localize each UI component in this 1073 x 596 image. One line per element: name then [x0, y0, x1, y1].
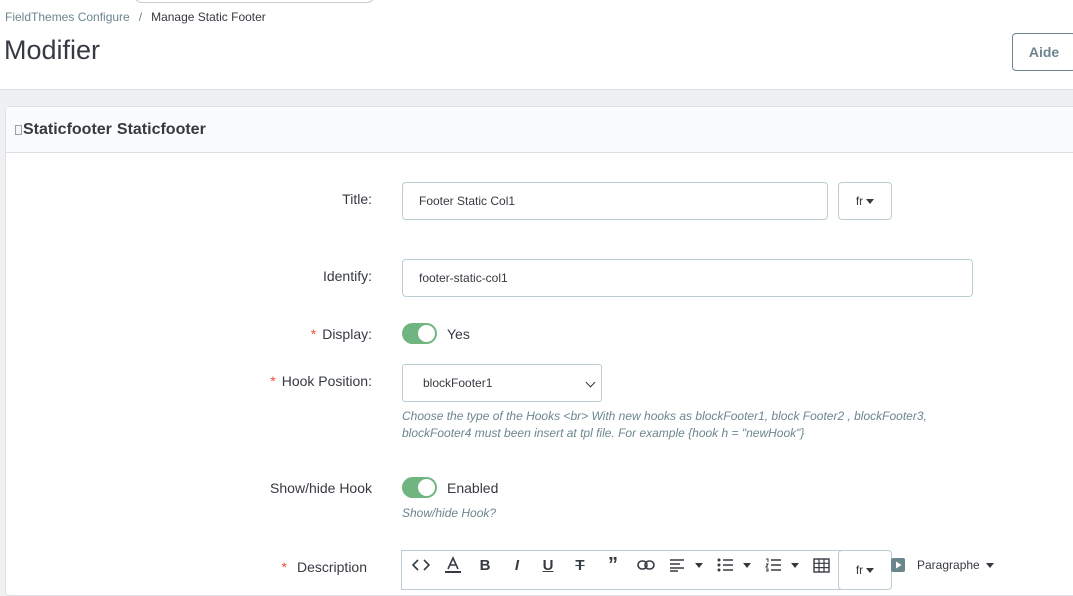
title-language-dropdown[interactable]: fr [838, 182, 892, 220]
breadcrumb-parent-link[interactable]: FieldThemes Configure [5, 10, 130, 24]
caret-down-icon [866, 567, 875, 573]
show-hide-hook-state: Enabled [447, 480, 499, 496]
toggle-knob [418, 325, 435, 342]
underline-icon[interactable]: U [539, 556, 557, 574]
page-header: FieldThemes Configure / Manage Static Foot… [0, 0, 1073, 90]
numbered-list-dropdown-caret-icon[interactable] [791, 563, 799, 568]
bold-icon[interactable]: B [476, 556, 494, 574]
required-marker: * [270, 373, 276, 389]
display-toggle[interactable] [402, 323, 437, 344]
table-icon[interactable] [811, 556, 831, 574]
numbered-list-icon[interactable] [763, 556, 783, 574]
description-language-dropdown[interactable]: fr [838, 550, 892, 590]
broken-image-icon [15, 124, 22, 135]
display-label-text: Display: [322, 326, 372, 342]
show-hide-hook-help: Show/hide Hook? [402, 506, 497, 520]
hook-position-select[interactable]: blockFooter1 [402, 364, 602, 402]
panel-heading: Staticfooter Staticfooter [6, 107, 1073, 153]
required-marker: * [281, 559, 287, 575]
hook-position-label-text: Hook Position: [281, 373, 372, 389]
hook-position-selected: blockFooter1 [423, 376, 493, 390]
display-toggle-state: Yes [447, 326, 470, 342]
blockquote-icon[interactable]: ” [604, 554, 622, 576]
required-marker: * [310, 326, 317, 342]
breadcrumb-current: Manage Static Footer [151, 10, 266, 24]
hook-position-help: Choose the type of the Hooks <br> With n… [402, 409, 927, 440]
align-dropdown-caret-icon[interactable] [695, 563, 703, 568]
panel-image: Staticfooter [15, 121, 112, 139]
bullet-list-icon[interactable] [715, 556, 735, 574]
strikethrough-icon[interactable]: T [571, 556, 589, 574]
media-icon[interactable] [890, 556, 906, 574]
bullet-list-dropdown-caret-icon[interactable] [743, 563, 751, 568]
block-format-label: Paragraphe [917, 558, 980, 572]
description-label: * Description [282, 559, 367, 575]
panel-title: Staticfooter [116, 120, 206, 138]
title-input[interactable]: Footer Static Col1 [402, 182, 828, 220]
identify-input[interactable]: footer-static-col1 [402, 259, 973, 297]
edit-panel: Staticfooter Staticfooter [5, 106, 1073, 596]
block-format-dropdown[interactable]: Paragraphe [917, 556, 994, 574]
header-search-pill[interactable] [133, 0, 376, 3]
display-label: * Display: [311, 326, 372, 342]
panel-image-alt: Staticfooter [23, 120, 112, 138]
breadcrumb-separator: / [138, 10, 143, 24]
chevron-down-icon [585, 377, 596, 388]
title-language-label: fr [855, 194, 864, 208]
link-icon[interactable] [635, 556, 657, 574]
identify-label: Identify: [322, 268, 372, 284]
toggle-knob [418, 479, 435, 496]
caret-down-icon [985, 562, 994, 568]
source-code-icon[interactable] [410, 556, 432, 574]
italic-icon[interactable]: I [508, 556, 526, 574]
show-hide-hook-toggle[interactable] [402, 477, 437, 498]
description-label-text: Description [296, 559, 367, 575]
show-hide-hook-label: Show/hide Hook [270, 480, 372, 496]
help-button[interactable]: Aide [1012, 33, 1073, 71]
title-label: Title: [342, 191, 372, 207]
text-color-icon[interactable] [442, 556, 464, 574]
hook-position-label: * Hook Position: [270, 373, 372, 389]
description-language-label: fr [855, 563, 864, 577]
align-icon[interactable] [667, 556, 687, 574]
page-title: Modifier [4, 35, 101, 65]
caret-down-icon [866, 198, 875, 204]
breadcrumb: FieldThemes Configure / Manage Static Foot… [5, 10, 266, 24]
